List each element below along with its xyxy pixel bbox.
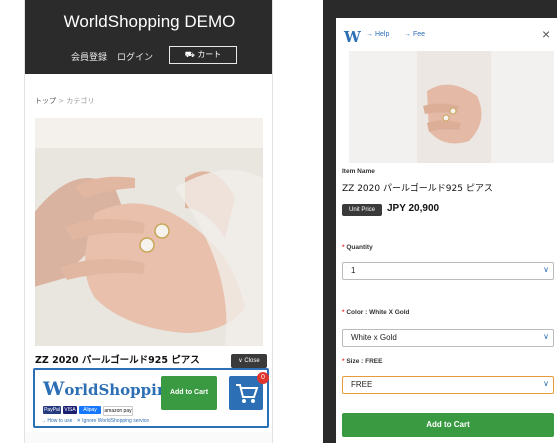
cart-icon: ⛟ [184,50,195,59]
quantity-value: 1 [351,266,356,275]
breadcrumb-home[interactable]: トップ [35,97,56,105]
logo-w: W [43,378,65,400]
site-header: WorldShopping DEMO 会員登録 ログイン ⛟ カート [25,0,272,74]
paypal-badge: PayPal [43,406,61,414]
worldshopping-logo: WorldShopping [43,378,178,400]
close-panel-button[interactable]: ∨ Close [231,354,267,368]
page-bottom [25,432,272,443]
alipay-badge: Alipay [79,406,101,414]
close-icon[interactable]: × [542,26,550,42]
worldshopping-panel: WorldShopping PayPal VISA Alipay amazon … [33,368,269,428]
size-value: FREE [351,380,373,389]
amazonpay-badge: amazon pay [103,406,133,416]
payment-methods: PayPal VISA Alipay amazon pay [43,406,163,416]
ignore-service-link[interactable]: ✕ Ignore WorldShopping service [77,418,149,424]
color-label: * Color : White X Gold [342,309,410,316]
help-link[interactable]: → Help [366,31,389,38]
item-price: JPY 20,900 [387,203,440,214]
site-title[interactable]: WorldShopping DEMO [25,12,272,32]
chevron-down-icon: ∨ [543,379,549,388]
breadcrumb-current[interactable]: カテゴリ [66,97,94,105]
worldshopping-links: → How to use ✕ Ignore WorldShopping serv… [41,418,149,424]
color-select[interactable]: White x Gold ∨ [342,329,554,347]
quantity-label: * Quantity [342,244,373,251]
right-phone-screen: W → Help → Fee × Item Name ZZ 2020 パールゴー… [323,0,557,443]
login-link[interactable]: ログイン [117,50,153,63]
register-link[interactable]: 会員登録 [71,50,107,63]
left-phone-screen: WorldShopping DEMO 会員登録 ログイン ⛟ カート トップ >… [24,0,273,443]
product-name: ZZ 2020 パールゴールド925 ピアス [35,355,200,366]
add-to-cart-button[interactable]: Add to Cart [161,376,217,410]
visa-badge: VISA [63,406,77,414]
how-to-use-link[interactable]: → How to use [41,418,72,424]
worldshopping-logo-icon: W [344,28,361,46]
worldshopping-modal: W → Help → Fee × Item Name ZZ 2020 パールゴー… [336,18,557,443]
modal-add-to-cart-button[interactable]: Add to Cart [342,413,554,437]
size-label: * Size : FREE [342,358,383,365]
close-label: Close [244,358,260,364]
quantity-select[interactable]: 1 ∨ [342,262,554,280]
product-photo[interactable] [35,118,263,346]
header-nav: 会員登録 ログイン ⛟ カート [25,46,272,68]
cart-count-badge: 0 [257,372,269,384]
breadcrumb: トップ > カテゴリ [35,96,94,106]
unit-price-badge: Unit Price [342,204,382,216]
cart-button-label: カート [197,50,222,59]
fee-link[interactable]: → Fee [404,31,425,38]
size-select[interactable]: FREE ∨ [342,376,554,394]
chevron-down-icon: ∨ [543,332,549,341]
item-photo [349,51,554,163]
cart-button[interactable]: ⛟ カート [169,46,237,64]
chevron-down-icon: ∨ [238,358,243,364]
color-value: White x Gold [351,333,397,342]
item-name: ZZ 2020 パールゴールド925 ピアス [342,184,493,194]
chevron-down-icon: ∨ [543,265,549,274]
item-name-label: Item Name [342,168,375,175]
breadcrumb-separator: > [58,97,65,105]
